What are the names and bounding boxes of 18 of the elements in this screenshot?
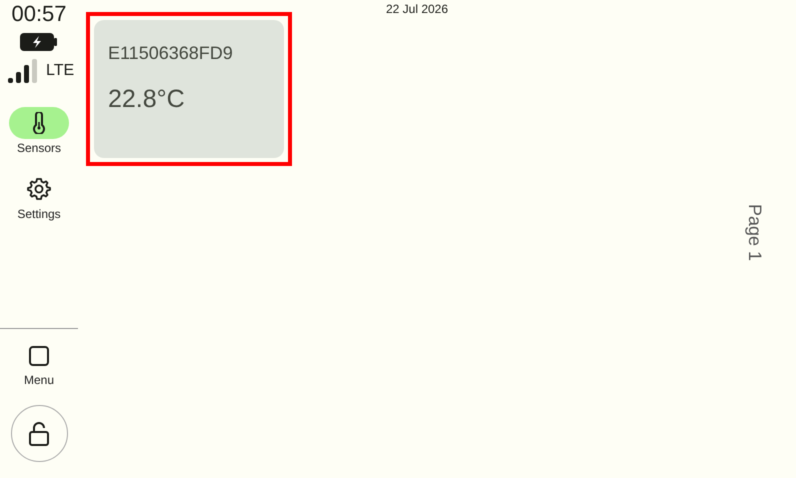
signal-icon (8, 59, 38, 83)
nav-label: Settings (17, 206, 61, 223)
battery-charging-icon (20, 33, 58, 51)
unlocked-icon (27, 420, 51, 446)
temperature-reading: 22.8°C (108, 84, 186, 115)
page-indicator: Page 1 (744, 204, 766, 262)
square-icon[interactable] (28, 345, 50, 367)
sensor-id: E11506368FD9 (108, 42, 234, 65)
clock-time: 00:57 (11, 3, 67, 25)
lock-button[interactable] (10, 405, 68, 462)
network-type: LTE (46, 61, 74, 81)
settings-icon (27, 177, 51, 201)
sensor-card[interactable]: E11506368FD9 22.8°C (94, 20, 284, 158)
thermometer-icon (31, 112, 47, 134)
date-text: 22 Jul 2026 (386, 1, 448, 18)
nav-tab[interactable] (9, 107, 69, 139)
nav-label: Menu (24, 372, 54, 389)
nav-label: Sensors (16, 140, 62, 157)
